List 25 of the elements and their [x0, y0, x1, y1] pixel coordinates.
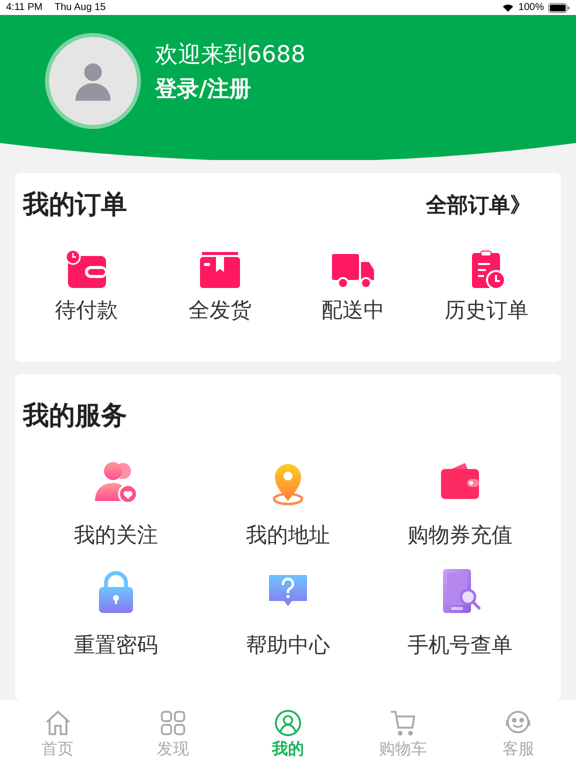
service-label[interactable]: 购物券充值 [408, 521, 512, 549]
cart-icon [389, 708, 418, 736]
battery-icon [548, 2, 570, 12]
order-status-label[interactable]: 历史订单 [444, 296, 528, 324]
service-label[interactable]: 帮助中心 [246, 631, 330, 659]
box-icon [198, 250, 242, 290]
order-status-label[interactable]: 待付款 [55, 296, 118, 324]
service-label[interactable]: 手机号查单 [408, 631, 512, 659]
welcome-text: 欢迎来到6688 [155, 40, 306, 70]
wallet-clock-icon [64, 250, 109, 290]
service-label[interactable]: 我的地址 [246, 521, 330, 549]
all-orders-link[interactable]: 全部订单》 [426, 190, 531, 218]
home-icon [44, 708, 72, 736]
section-title: 我的订单 [23, 189, 127, 222]
order-status-label[interactable]: 配送中 [322, 296, 385, 324]
grid-icon [158, 708, 187, 736]
user-circle-icon [274, 708, 302, 736]
service-label[interactable]: 重置密码 [74, 631, 158, 659]
status-time: 4:11 PM [6, 2, 42, 13]
section-title: 我的服务 [23, 400, 127, 433]
status-date: Thu Aug 15 [54, 2, 106, 13]
wifi-icon [502, 3, 514, 12]
order-status-label[interactable]: 全发货 [188, 296, 252, 324]
battery-percent: 100% [518, 2, 544, 13]
service-label[interactable]: 我的关注 [74, 521, 158, 549]
